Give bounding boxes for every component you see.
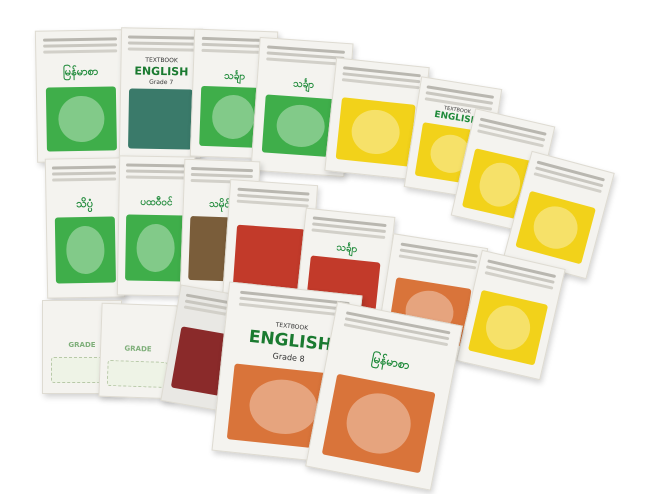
cover-illustration [321, 373, 436, 474]
book-title: မြန်မာစာ [62, 64, 99, 79]
textbook-myanmar-grade7: မြန်မာစာ [34, 29, 128, 163]
textbooks-photo: မြန်မာစာ TEXTBOOK ENGLISH Grade 7 သင်္ချ… [0, 0, 656, 494]
book-title: ENGLISH [134, 64, 189, 79]
cover-illustration [107, 359, 168, 389]
book-title: GRADE [124, 344, 152, 354]
cover-illustration [128, 88, 194, 150]
cover-illustration [125, 214, 186, 282]
cover-illustration [515, 190, 596, 265]
cover-illustration [232, 224, 306, 292]
book-header: TEXTBOOK [145, 56, 178, 65]
cover-illustration [335, 97, 416, 167]
cover-illustration [45, 86, 118, 152]
cover-illustration [468, 289, 548, 366]
cover-illustration [54, 216, 117, 284]
book-subtitle: Grade 7 [149, 78, 174, 87]
textbook-science: သိပ္ပံ [44, 157, 126, 299]
book-title: သိပ္ပံ [75, 196, 94, 211]
